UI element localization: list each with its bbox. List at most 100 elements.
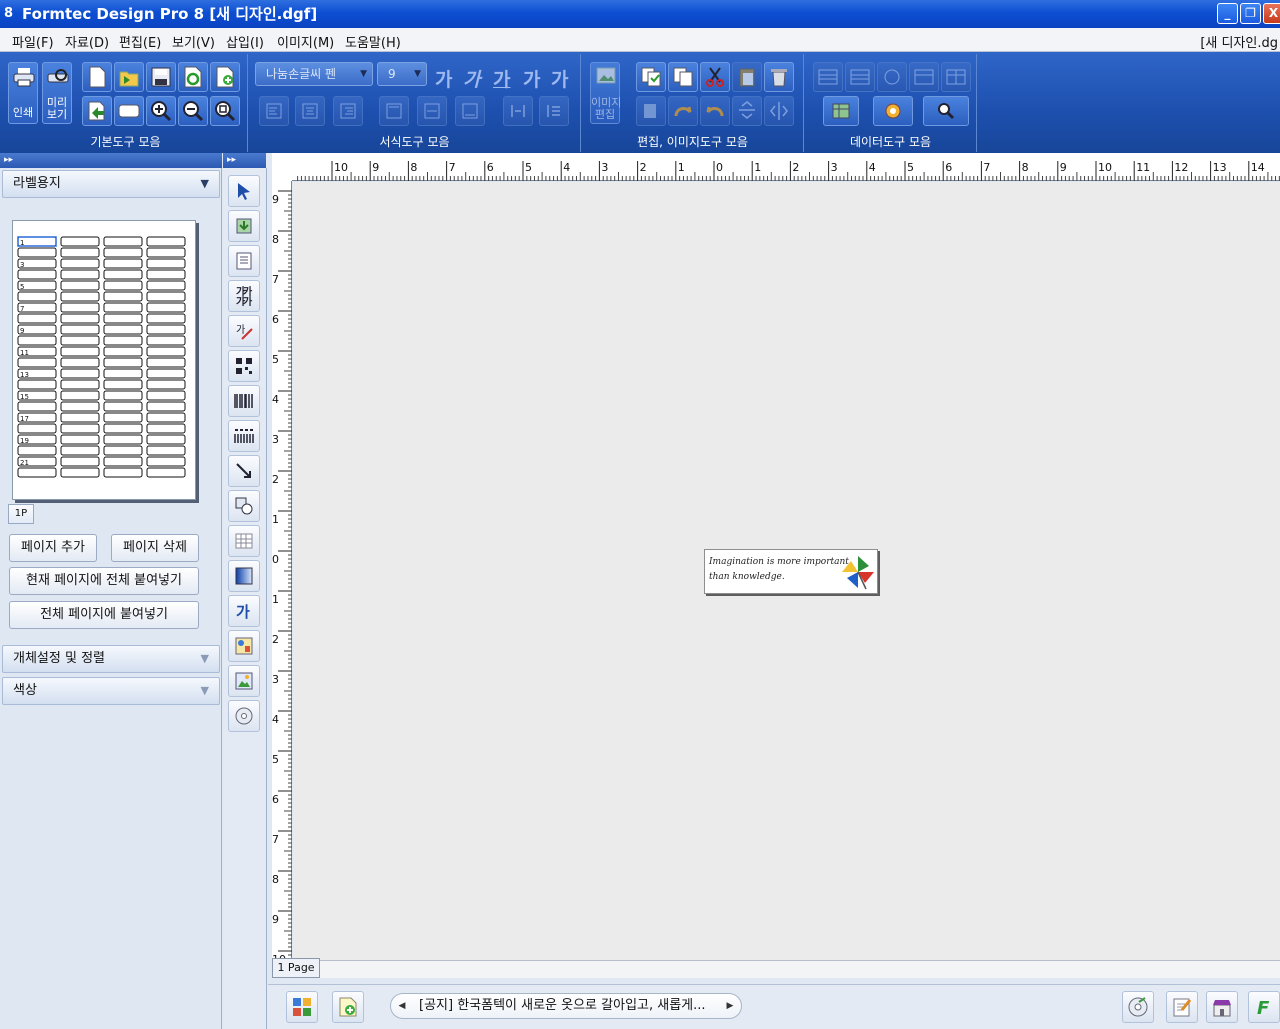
barcode-tool-button[interactable] (228, 385, 260, 417)
data-tool-5-button[interactable] (941, 62, 971, 92)
select-tool-button[interactable] (228, 175, 260, 207)
horizontal-scrollbar[interactable] (320, 960, 1280, 978)
paste-all-current-page-button[interactable]: 현재 페이지에 전체 붙여넣기 (9, 567, 199, 595)
memo-status-button[interactable] (1166, 991, 1198, 1023)
restore-button[interactable]: ❐ (1240, 3, 1261, 24)
table-tool-button[interactable] (228, 525, 260, 557)
add-page-button[interactable]: 페이지 추가 (9, 534, 97, 562)
tool-strip-header[interactable]: ▸▸ (223, 153, 266, 168)
align-left-button[interactable] (259, 96, 289, 126)
data-tool-1-button[interactable] (813, 62, 843, 92)
qr-code-tool-button[interactable] (228, 350, 260, 382)
data-search-button[interactable] (923, 96, 969, 126)
align-right-button[interactable] (333, 96, 363, 126)
data-import-button[interactable] (823, 96, 859, 126)
label-cell (146, 434, 186, 445)
line-tool-button[interactable] (228, 455, 260, 487)
bold-button[interactable]: 가 (435, 65, 452, 92)
postal-barcode-tool-button[interactable] (228, 420, 260, 452)
line-spacing-button[interactable] (539, 96, 569, 126)
notice-next-button[interactable]: ▶ (721, 994, 739, 1018)
zoom-out-button[interactable] (178, 96, 208, 126)
italic-button[interactable]: 가 (463, 65, 480, 92)
undo-button[interactable] (700, 96, 730, 126)
open-button[interactable] (114, 62, 144, 92)
delete-button[interactable] (764, 62, 794, 92)
shadow-text-button[interactable]: 가 (551, 65, 568, 92)
data-tool-4-button[interactable] (909, 62, 939, 92)
label-shape-button[interactable] (114, 96, 144, 126)
align-bottom-button[interactable] (455, 96, 485, 126)
add-document-status-button[interactable] (332, 991, 364, 1023)
shop-icon (1213, 1000, 1231, 1017)
page-tab[interactable]: 1 Page (272, 958, 320, 978)
cd-label-tool-button[interactable] (228, 700, 260, 732)
cut-button[interactable] (700, 62, 730, 92)
menu-data[interactable]: 자료(D) (65, 32, 109, 51)
vertical-text-tool-button[interactable]: 가카가가 (228, 280, 260, 312)
image-tool-button[interactable] (228, 665, 260, 697)
save-button[interactable] (146, 62, 176, 92)
object-settings-dropdown[interactable]: 개체설정 및 정렬 ▼ (2, 645, 220, 673)
zoom-out-icon (183, 101, 204, 122)
add-image-button[interactable] (210, 62, 240, 92)
copy-image-button[interactable] (636, 62, 666, 92)
menu-image[interactable]: 이미지(M) (277, 32, 334, 51)
char-spacing-button[interactable] (503, 96, 533, 126)
panel-header[interactable]: ▸▸ (0, 153, 222, 168)
data-tool-2-button[interactable] (845, 62, 875, 92)
text-box-tool-button[interactable] (228, 245, 260, 277)
notice-text[interactable]: [공지] 한국폼텍이 새로운 옷으로 갈아입고, 새롭게... (419, 994, 706, 1018)
redo-button[interactable] (668, 96, 698, 126)
gradient-tool-button[interactable] (228, 560, 260, 592)
zoom-fit-button[interactable] (210, 96, 240, 126)
font-name-select[interactable]: 나눔손글씨 펜 ▼ (255, 62, 373, 86)
duplicate-button[interactable] (668, 62, 698, 92)
flip-vertical-button[interactable] (732, 96, 762, 126)
menu-help[interactable]: 도움말(H) (345, 32, 401, 51)
label-object[interactable]: Imagination is more important than knowl… (704, 549, 878, 594)
shop-status-button[interactable] (1206, 991, 1238, 1023)
notice-ticker[interactable]: ◀ [공지] 한국폼텍이 새로운 옷으로 갈아입고, 새롭게... ▶ (390, 993, 742, 1019)
preview-button[interactable]: 미리 보기 (42, 62, 72, 124)
menu-file[interactable]: 파일(F) (12, 32, 54, 51)
menu-view[interactable]: 보기(V) (172, 32, 215, 51)
refresh-button[interactable] (178, 62, 208, 92)
color-dropdown[interactable]: 색상 ▼ (2, 677, 220, 705)
shape-tool-button[interactable] (228, 490, 260, 522)
zoom-in-button[interactable] (146, 96, 176, 126)
image-edit-button[interactable]: 이미지 편집 (590, 62, 621, 124)
align-center-button[interactable] (295, 96, 325, 126)
paste-all-pages-button[interactable]: 전체 페이지에 붙여넣기 (9, 601, 199, 629)
clipart-status-button[interactable] (286, 991, 318, 1023)
clipart-tool-button[interactable] (228, 630, 260, 662)
text-style-tool-button[interactable]: 가 (228, 315, 260, 347)
cd-status-button[interactable] (1122, 991, 1154, 1023)
underline-button[interactable]: 가 (493, 65, 510, 92)
bring-front-button[interactable] (636, 96, 666, 126)
align-top-button[interactable] (379, 96, 409, 126)
label-cell (103, 423, 143, 434)
close-button[interactable]: X (1263, 3, 1280, 24)
word-art-tool-button[interactable]: 가 (228, 595, 260, 627)
import-button[interactable] (82, 96, 112, 126)
strike-button[interactable]: 가 (523, 65, 540, 92)
minimize-button[interactable]: _ (1217, 3, 1238, 24)
font-size-select[interactable]: 9 ▼ (377, 62, 427, 86)
print-button[interactable]: 인쇄 (8, 62, 38, 124)
menu-edit[interactable]: 편집(E) (119, 32, 161, 51)
formtec-home-button[interactable]: F (1248, 991, 1280, 1023)
data-settings-button[interactable] (873, 96, 913, 126)
label-sheet-preview[interactable]: 1 3 5 7 9 11 13 15 17 19 21 (12, 220, 196, 500)
paste-button[interactable] (732, 62, 762, 92)
menu-insert[interactable]: 삽입(I) (226, 32, 264, 51)
label-paper-dropdown[interactable]: 라벨용지 ▼ (2, 170, 220, 198)
new-button[interactable] (82, 62, 112, 92)
notice-prev-button[interactable]: ◀ (393, 994, 411, 1018)
data-tool-3-button[interactable] (877, 62, 907, 92)
page-tab-1[interactable]: 1P (8, 504, 34, 524)
align-middle-button[interactable] (417, 96, 447, 126)
import-data-tool-button[interactable] (228, 210, 260, 242)
delete-page-button[interactable]: 페이지 삭제 (111, 534, 199, 562)
flip-horizontal-button[interactable] (764, 96, 794, 126)
